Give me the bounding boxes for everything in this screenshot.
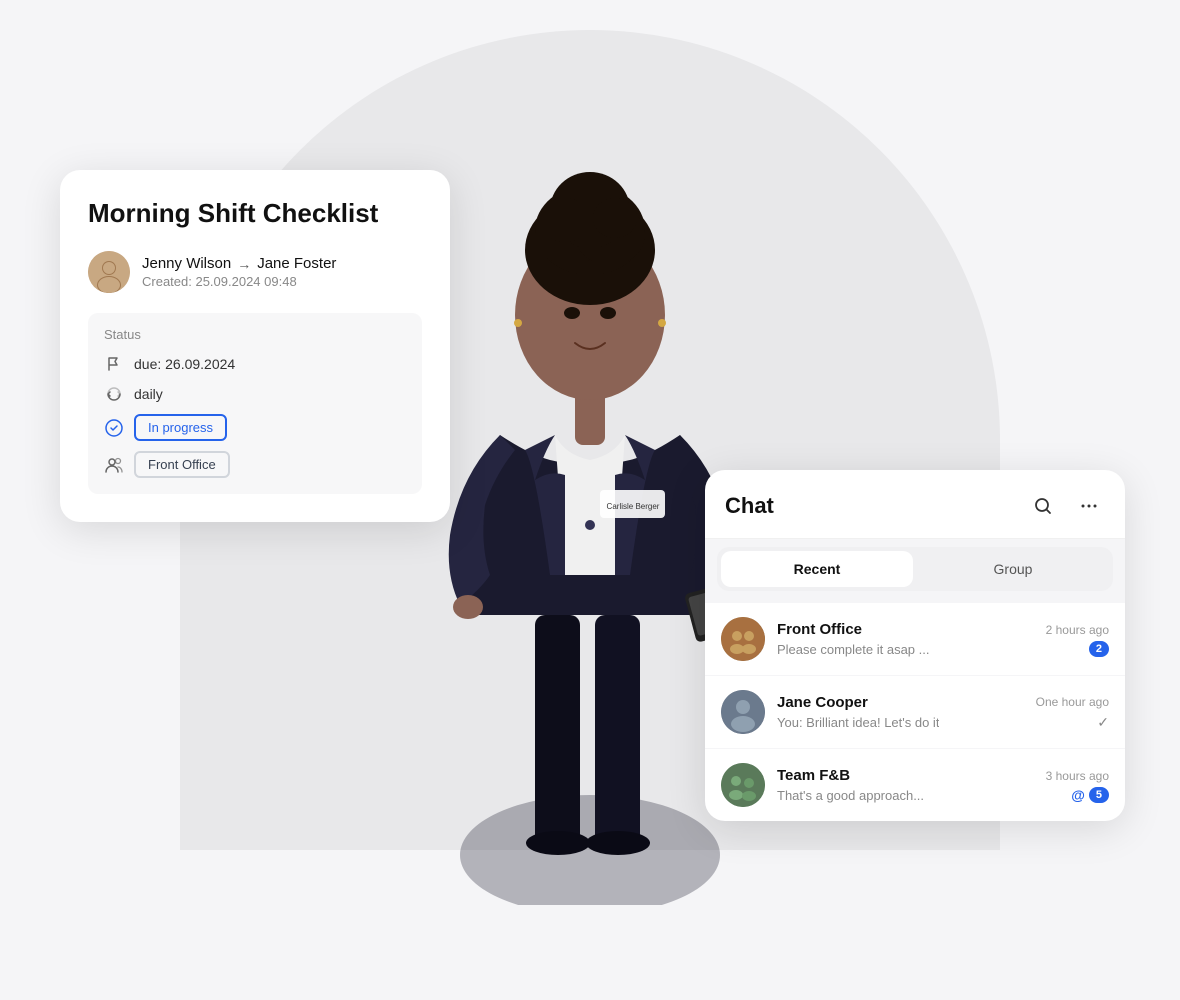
chat-badges-front-office: 2 <box>1089 641 1109 657</box>
status-section: Status due: 26.09.2024 daily <box>88 313 422 494</box>
chat-badges-jc: ✓ <box>1097 714 1109 731</box>
tab-group[interactable]: Group <box>917 551 1109 587</box>
jane-cooper-avatar <box>721 690 765 734</box>
chat-header: Chat <box>705 470 1125 539</box>
message-read-icon: ✓ <box>1097 714 1109 731</box>
in-progress-badge[interactable]: In progress <box>134 414 227 441</box>
team-fb-avatar <box>721 763 765 807</box>
created-date: Created: 25.09.2024 09:48 <box>142 274 336 289</box>
avatar <box>88 251 130 293</box>
checklist-card: Morning Shift Checklist Jenny Wilson → J… <box>60 170 450 522</box>
more-options-button[interactable] <box>1073 490 1105 522</box>
user-row: Jenny Wilson → Jane Foster Created: 25.0… <box>88 251 422 293</box>
chat-name-front-office: Front Office <box>777 621 862 638</box>
chat-card: Chat Recent <box>705 470 1125 821</box>
chat-header-icons <box>1027 490 1105 522</box>
front-office-avatar <box>721 617 765 661</box>
chat-preview-row: Please complete it asap ... 2 <box>777 641 1109 657</box>
chat-preview-team-fb: That's a good approach... <box>777 788 924 803</box>
tab-recent[interactable]: Recent <box>721 551 913 587</box>
chat-name-team-fb: Team F&B <box>777 767 850 784</box>
chat-item-header: Front Office 2 hours ago <box>777 621 1109 638</box>
to-user: Jane Foster <box>257 255 336 272</box>
user-info: Jenny Wilson → Jane Foster Created: 25.0… <box>142 255 336 289</box>
chat-preview-row-jc: You: Brilliant idea! Let's do it ✓ <box>777 714 1109 731</box>
chat-title: Chat <box>725 493 774 519</box>
recurrence-text: daily <box>134 386 163 402</box>
svg-text:Carlisle Berger: Carlisle Berger <box>607 502 660 511</box>
unread-count-team-fb: 5 <box>1089 787 1109 803</box>
chat-preview-row-fb: That's a good approach... @ 5 <box>777 787 1109 803</box>
due-date-text: due: 26.09.2024 <box>134 356 235 372</box>
front-office-badge[interactable]: Front Office <box>134 451 230 478</box>
progress-item: In progress <box>104 414 406 441</box>
tab-container: Recent Group <box>705 539 1125 603</box>
due-date-item: due: 26.09.2024 <box>104 354 406 374</box>
chat-list: Front Office 2 hours ago Please complete… <box>705 603 1125 821</box>
chat-badges-fb: @ 5 <box>1071 787 1109 803</box>
scene: Carlisle Berger <box>0 0 1180 1000</box>
recurrence-icon <box>104 384 124 404</box>
chat-item-header-fb: Team F&B 3 hours ago <box>777 767 1109 784</box>
search-button[interactable] <box>1027 490 1059 522</box>
user-names: Jenny Wilson → Jane Foster <box>142 255 336 272</box>
chat-name-jane-cooper: Jane Cooper <box>777 694 868 711</box>
chat-preview-jane-cooper: You: Brilliant idea! Let's do it <box>777 715 939 730</box>
chat-time-front-office: 2 hours ago <box>1046 623 1109 637</box>
status-label: Status <box>104 327 406 342</box>
chat-preview-front-office: Please complete it asap ... <box>777 642 929 657</box>
checklist-title: Morning Shift Checklist <box>88 198 422 229</box>
jane-cooper-content: Jane Cooper One hour ago You: Brilliant … <box>777 694 1109 731</box>
chat-item-team-fb[interactable]: Team F&B 3 hours ago That's a good appro… <box>705 749 1125 821</box>
people-icon <box>104 455 124 475</box>
flag-icon <box>104 354 124 374</box>
chat-item-front-office[interactable]: Front Office 2 hours ago Please complete… <box>705 603 1125 676</box>
unread-count-front-office: 2 <box>1089 641 1109 657</box>
department-item: Front Office <box>104 451 406 478</box>
chat-time-team-fb: 3 hours ago <box>1046 769 1109 783</box>
check-circle-icon <box>104 418 124 438</box>
team-fb-content: Team F&B 3 hours ago That's a good appro… <box>777 767 1109 803</box>
chat-time-jane-cooper: One hour ago <box>1036 695 1109 709</box>
front-office-content: Front Office 2 hours ago Please complete… <box>777 621 1109 657</box>
from-user: Jenny Wilson <box>142 255 231 272</box>
recurrence-item: daily <box>104 384 406 404</box>
transfer-arrow-icon: → <box>237 256 251 272</box>
chat-item-header-jc: Jane Cooper One hour ago <box>777 694 1109 711</box>
chat-item-jane-cooper[interactable]: Jane Cooper One hour ago You: Brilliant … <box>705 676 1125 749</box>
mention-icon: @ <box>1071 787 1085 803</box>
